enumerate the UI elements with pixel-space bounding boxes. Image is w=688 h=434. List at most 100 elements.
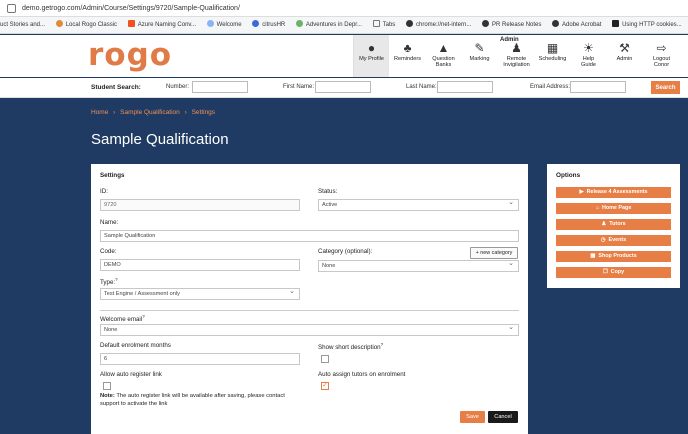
copy-button[interactable]: ❐ Copy [556, 267, 671, 278]
settings-heading: Settings [100, 172, 125, 179]
github-icon [482, 20, 490, 27]
type-label: Type:? [100, 277, 118, 287]
address-bar[interactable]: demo.getrogo.com/Admin/Course/Settings/9… [0, 0, 688, 17]
admin-group-label: Admin [500, 37, 519, 43]
email-label: Email Address: [530, 84, 571, 90]
breadcrumb-qualification[interactable]: Sample Qualification [120, 109, 180, 116]
bookmark[interactable]: citrusHR [252, 17, 285, 33]
auto-assign-checkbox[interactable]: ✓ [321, 382, 329, 390]
breadcrumb-separator: › [113, 109, 116, 116]
globe-icon [206, 20, 214, 27]
code-label: Code: [100, 248, 117, 255]
enrolment-months-field[interactable]: 6 [100, 353, 300, 365]
breadcrumb-settings[interactable]: Settings [192, 109, 216, 116]
calendar-icon: ▦ [546, 41, 559, 55]
circle-icon [295, 20, 303, 27]
type-help-icon[interactable]: ? [115, 277, 118, 282]
events-button[interactable]: ◷ Events [556, 235, 671, 246]
divider [100, 310, 519, 311]
url-text: demo.getrogo.com/Admin/Course/Settings/9… [22, 5, 240, 12]
first-name-input[interactable] [315, 81, 371, 93]
chrome-icon [405, 20, 413, 27]
search-button[interactable]: Search [651, 81, 680, 94]
number-label: Number: [166, 84, 190, 90]
nav-help-guide[interactable]: ☀ Help Guide [571, 35, 606, 77]
bookmark[interactable]: chrome://net-intern... [405, 17, 471, 33]
tune-icon[interactable] [7, 4, 16, 13]
category-select[interactable]: None [318, 259, 519, 272]
category-label: Category (optional): [318, 248, 373, 255]
bookmark[interactable]: Using HTTP cookies... [612, 17, 682, 33]
bell-icon: ♣ [403, 41, 412, 55]
welcome-email-label: Welcome email? [100, 314, 145, 324]
bookmark[interactable]: Local Rogo Classic [55, 17, 117, 33]
breadcrumb-home[interactable]: Home [91, 109, 108, 116]
nav-question-banks[interactable]: ▲ Question Banks [426, 35, 461, 77]
breadcrumb: Home › Sample Qualification › Settings [91, 109, 218, 116]
save-button[interactable]: Save [460, 411, 485, 423]
release-icon: ▶ [579, 189, 584, 195]
edit-icon: ✎ [474, 41, 485, 55]
speech-bubble-icon: ▲ [437, 41, 450, 55]
auto-assign-label: Auto assign tutors on enrolment [318, 371, 406, 378]
name-label: Name: [100, 219, 119, 226]
short-description-label: Show short description? [318, 342, 384, 352]
bookmark[interactable]: Adventures in Depr... [295, 17, 362, 33]
github-icon [552, 20, 560, 27]
wrench-icon: ⚒ [619, 41, 630, 55]
options-panel: Options ▶ Release 4 Assessments ⌂ Home Pag… [547, 164, 680, 288]
short-description-checkbox[interactable] [321, 355, 329, 363]
logo[interactable]: rogo [88, 37, 172, 73]
id-label: ID: [100, 188, 108, 195]
bookmark[interactable]: Tabs [372, 17, 395, 33]
breadcrumb-separator: › [184, 109, 187, 116]
microsoft-icon [127, 20, 135, 27]
folder-icon [372, 20, 380, 27]
copy-icon: ❐ [602, 269, 608, 275]
auto-register-label: Allow auto register link [100, 371, 162, 378]
nav-scheduling[interactable]: ▦ Scheduling [535, 35, 570, 77]
code-field[interactable]: DEMO [100, 259, 300, 271]
bookmark[interactable]: PR Release Notes [482, 17, 541, 33]
short-description-help-icon[interactable]: ? [381, 342, 384, 347]
status-select[interactable]: Active [318, 198, 519, 211]
email-input[interactable] [570, 81, 626, 93]
invigilator-icon: ♟ [511, 41, 522, 55]
release-assessments-button[interactable]: ▶ Release 4 Assessments [556, 187, 671, 198]
student-search-title: Student Search: [91, 84, 141, 91]
bookmark[interactable]: uct Stories and... [0, 17, 45, 33]
clock-icon: ◷ [600, 237, 606, 243]
user-icon: ♟ [601, 221, 607, 227]
bookmark[interactable]: Welcome [206, 17, 242, 33]
last-name-input[interactable] [437, 81, 493, 93]
name-field[interactable]: Sample Qualification [100, 230, 519, 242]
new-category-button[interactable]: + new category [470, 247, 518, 259]
welcome-email-select[interactable]: None [100, 323, 519, 336]
id-field: 9720 [100, 199, 300, 211]
cancel-button[interactable]: Cancel [488, 411, 518, 423]
nav-marking[interactable]: ✎ Marking [462, 35, 497, 77]
type-select[interactable]: Test Engine / Assessment only [100, 287, 300, 300]
enrolment-label: Default enrolment months [100, 342, 171, 349]
home-icon: ⌂ [595, 205, 599, 211]
bulb-icon: ☀ [583, 41, 594, 55]
number-input[interactable] [192, 81, 248, 93]
bookmark[interactable]: Azure Naming Conv... [127, 17, 196, 33]
settings-panel: Settings ID: 9720 Status: Active Name: S… [91, 164, 528, 434]
home-page-button[interactable]: ⌂ Home Page [556, 203, 671, 214]
shop-products-button[interactable]: ▩ Shop Products [556, 251, 671, 262]
welcome-help-icon[interactable]: ? [142, 314, 145, 319]
nav-logout[interactable]: ⇨ Logout Conor [643, 35, 680, 77]
status-label: Status: [318, 188, 338, 195]
first-name-label: First Name: [283, 84, 315, 90]
person-icon: ● [367, 41, 376, 55]
auto-register-checkbox[interactable] [103, 382, 111, 390]
nav-admin[interactable]: ⚒ Admin [607, 35, 642, 77]
page-title: Sample Qualification [91, 131, 229, 148]
nav-my-profile[interactable]: ● My Profile [354, 35, 389, 77]
options-title: Options [556, 172, 581, 179]
tutors-button[interactable]: ♟ Tutors [556, 219, 671, 230]
auto-register-note: Note: The auto register link will be ava… [100, 393, 285, 407]
bookmark[interactable]: Adobe Acrobat [552, 17, 601, 33]
nav-reminders[interactable]: ♣ Reminders [390, 35, 425, 77]
